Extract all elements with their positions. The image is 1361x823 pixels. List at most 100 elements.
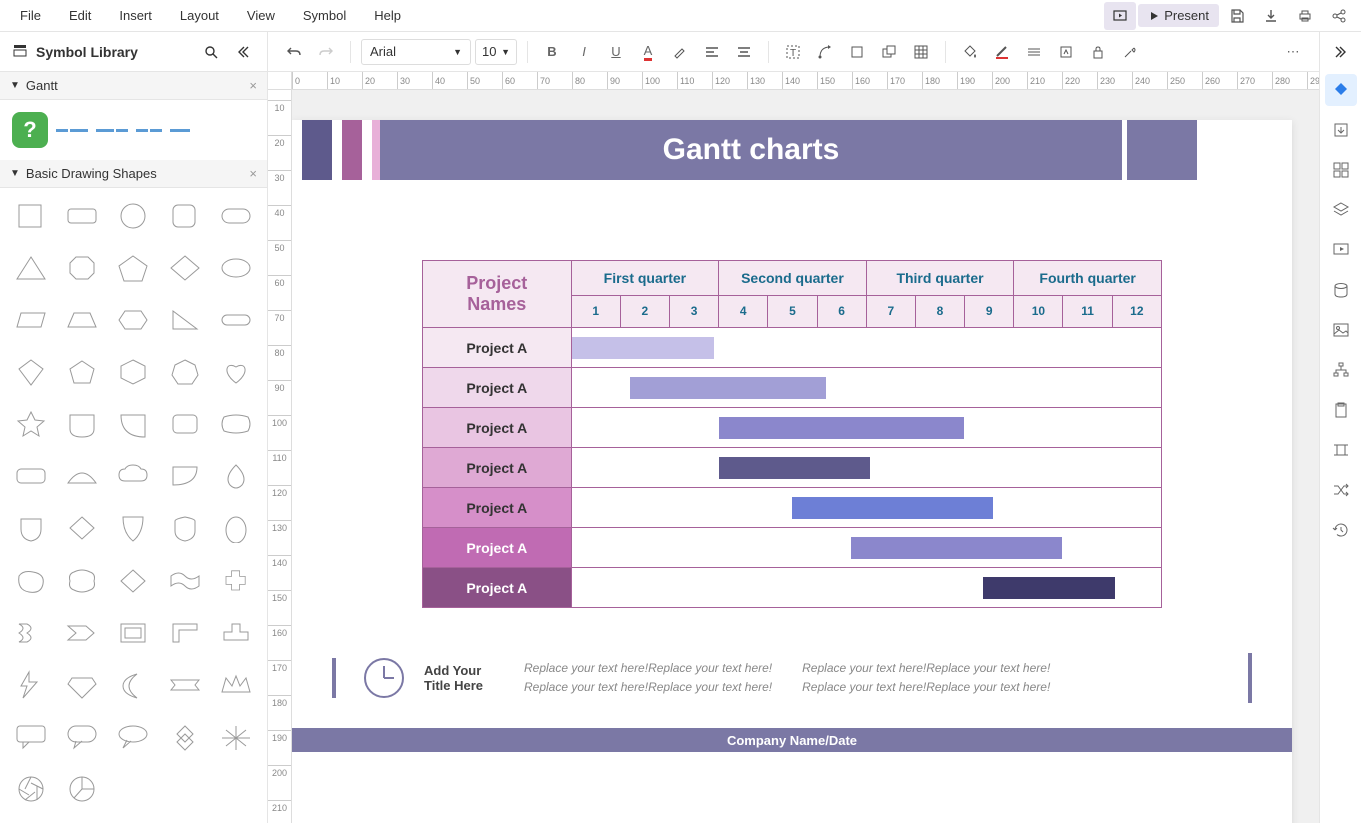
shape-lightning[interactable] xyxy=(8,665,53,705)
shape-pentagon2[interactable] xyxy=(59,352,104,392)
shape-shield[interactable] xyxy=(8,508,53,548)
chart-title[interactable]: Gantt charts xyxy=(372,120,1122,180)
layers-button[interactable] xyxy=(1325,194,1357,226)
header-month[interactable]: 8 xyxy=(915,295,964,327)
menu-help[interactable]: Help xyxy=(360,2,415,29)
gantt-bar[interactable] xyxy=(572,337,714,359)
present-panel-button[interactable] xyxy=(1325,234,1357,266)
gantt-bar[interactable] xyxy=(719,417,964,439)
gantt-row[interactable] xyxy=(571,488,1161,528)
shape-pie[interactable] xyxy=(59,769,104,809)
shape-star[interactable] xyxy=(8,404,53,444)
present-button[interactable]: Present xyxy=(1138,4,1219,27)
shape-teardrop2[interactable] xyxy=(111,404,156,444)
header-month[interactable]: 7 xyxy=(866,295,915,327)
shape-diamond-grid[interactable] xyxy=(162,717,207,757)
close-icon[interactable]: × xyxy=(249,78,257,93)
gantt-bar[interactable] xyxy=(792,497,993,519)
shape-pill[interactable] xyxy=(214,300,259,340)
header-q1[interactable]: First quarter xyxy=(571,261,719,296)
menu-view[interactable]: View xyxy=(233,2,289,29)
shape-diamond[interactable] xyxy=(162,248,207,288)
gantt-bar[interactable] xyxy=(719,457,871,479)
project-label[interactable]: Project A xyxy=(423,568,572,608)
shape-circle[interactable] xyxy=(111,196,156,236)
close-icon[interactable]: × xyxy=(249,166,257,181)
shape-trapezoid[interactable] xyxy=(59,300,104,340)
header-month[interactable]: 1 xyxy=(571,295,620,327)
gantt-table[interactable]: ProjectNames First quarter Second quarte… xyxy=(422,260,1162,608)
slideshow-icon[interactable] xyxy=(1104,2,1136,30)
gantt-bar[interactable] xyxy=(983,577,1115,599)
header-month[interactable]: 4 xyxy=(719,295,768,327)
font-size-select[interactable]: 10▼ xyxy=(475,39,517,65)
align-v-button[interactable] xyxy=(730,38,758,66)
header-month[interactable]: 11 xyxy=(1063,295,1112,327)
menu-edit[interactable]: Edit xyxy=(55,2,105,29)
shape-heptagon[interactable] xyxy=(162,352,207,392)
shape-frame[interactable] xyxy=(111,613,156,653)
share-icon[interactable] xyxy=(1323,2,1355,30)
shape-rhombus[interactable] xyxy=(111,561,156,601)
gantt-shape-2[interactable] xyxy=(96,129,128,132)
download-icon[interactable] xyxy=(1255,2,1287,30)
menu-layout[interactable]: Layout xyxy=(166,2,233,29)
shape-ellipse[interactable] xyxy=(214,248,259,288)
shape-arrow[interactable] xyxy=(59,613,104,653)
header-q3[interactable]: Third quarter xyxy=(866,261,1014,296)
footer-title[interactable]: Add YourTitle Here xyxy=(424,663,504,693)
project-label[interactable]: Project A xyxy=(423,368,572,408)
italic-button[interactable]: I xyxy=(570,38,598,66)
shape-shield2[interactable] xyxy=(111,508,156,548)
shape-egg[interactable] xyxy=(214,508,259,548)
menu-symbol[interactable]: Symbol xyxy=(289,2,360,29)
shape-aperture[interactable] xyxy=(8,769,53,809)
menu-insert[interactable]: Insert xyxy=(105,2,166,29)
shape-banner[interactable] xyxy=(162,665,207,705)
shape-half-circle[interactable] xyxy=(59,456,104,496)
print-icon[interactable] xyxy=(1289,2,1321,30)
header-month[interactable]: 3 xyxy=(669,295,718,327)
shape-speech-oval[interactable] xyxy=(111,717,156,757)
header-q2[interactable]: Second quarter xyxy=(719,261,867,296)
project-label[interactable]: Project A xyxy=(423,408,572,448)
align-h-button[interactable] xyxy=(698,38,726,66)
image-button[interactable] xyxy=(1325,314,1357,346)
shape-teardrop[interactable] xyxy=(59,404,104,444)
shape-kite[interactable] xyxy=(8,352,53,392)
shape-triangle[interactable] xyxy=(8,248,53,288)
shape-parallelogram[interactable] xyxy=(8,300,53,340)
section-gantt[interactable]: ▼ Gantt × xyxy=(0,72,267,100)
shape-speech-rect[interactable] xyxy=(8,717,53,757)
align-button[interactable] xyxy=(1325,434,1357,466)
project-label[interactable]: Project A xyxy=(423,448,572,488)
footer-text-1[interactable]: Replace your text here!Replace your text… xyxy=(524,659,772,697)
redo-button[interactable] xyxy=(312,38,340,66)
menu-file[interactable]: File xyxy=(6,2,55,29)
text-tool-button[interactable]: T xyxy=(779,38,807,66)
help-icon[interactable]: ? xyxy=(12,112,48,148)
underline-button[interactable]: U xyxy=(602,38,630,66)
header-month[interactable]: 9 xyxy=(965,295,1014,327)
bold-button[interactable]: B xyxy=(538,38,566,66)
line-color-button[interactable] xyxy=(988,38,1016,66)
shape-crown[interactable] xyxy=(214,665,259,705)
shape-heart[interactable] xyxy=(214,352,259,392)
shape-octagon[interactable] xyxy=(59,248,104,288)
shape-hexagon[interactable] xyxy=(111,300,156,340)
project-label[interactable]: Project A xyxy=(423,488,572,528)
shape-cloud[interactable] xyxy=(111,456,156,496)
history-button[interactable] xyxy=(1325,514,1357,546)
shape-moon[interactable] xyxy=(111,665,156,705)
shape-wave2[interactable] xyxy=(8,613,53,653)
gantt-shape-4[interactable] xyxy=(170,129,190,132)
shape-rounded-rect2[interactable] xyxy=(8,456,53,496)
shape-cross[interactable] xyxy=(214,561,259,601)
gantt-row[interactable] xyxy=(571,528,1161,568)
shape-plus[interactable] xyxy=(214,613,259,653)
shape-card[interactable] xyxy=(162,404,207,444)
gantt-bar[interactable] xyxy=(851,537,1062,559)
project-label[interactable]: Project A xyxy=(423,328,572,368)
shape-pentagon[interactable] xyxy=(111,248,156,288)
shape-blob[interactable] xyxy=(8,561,53,601)
